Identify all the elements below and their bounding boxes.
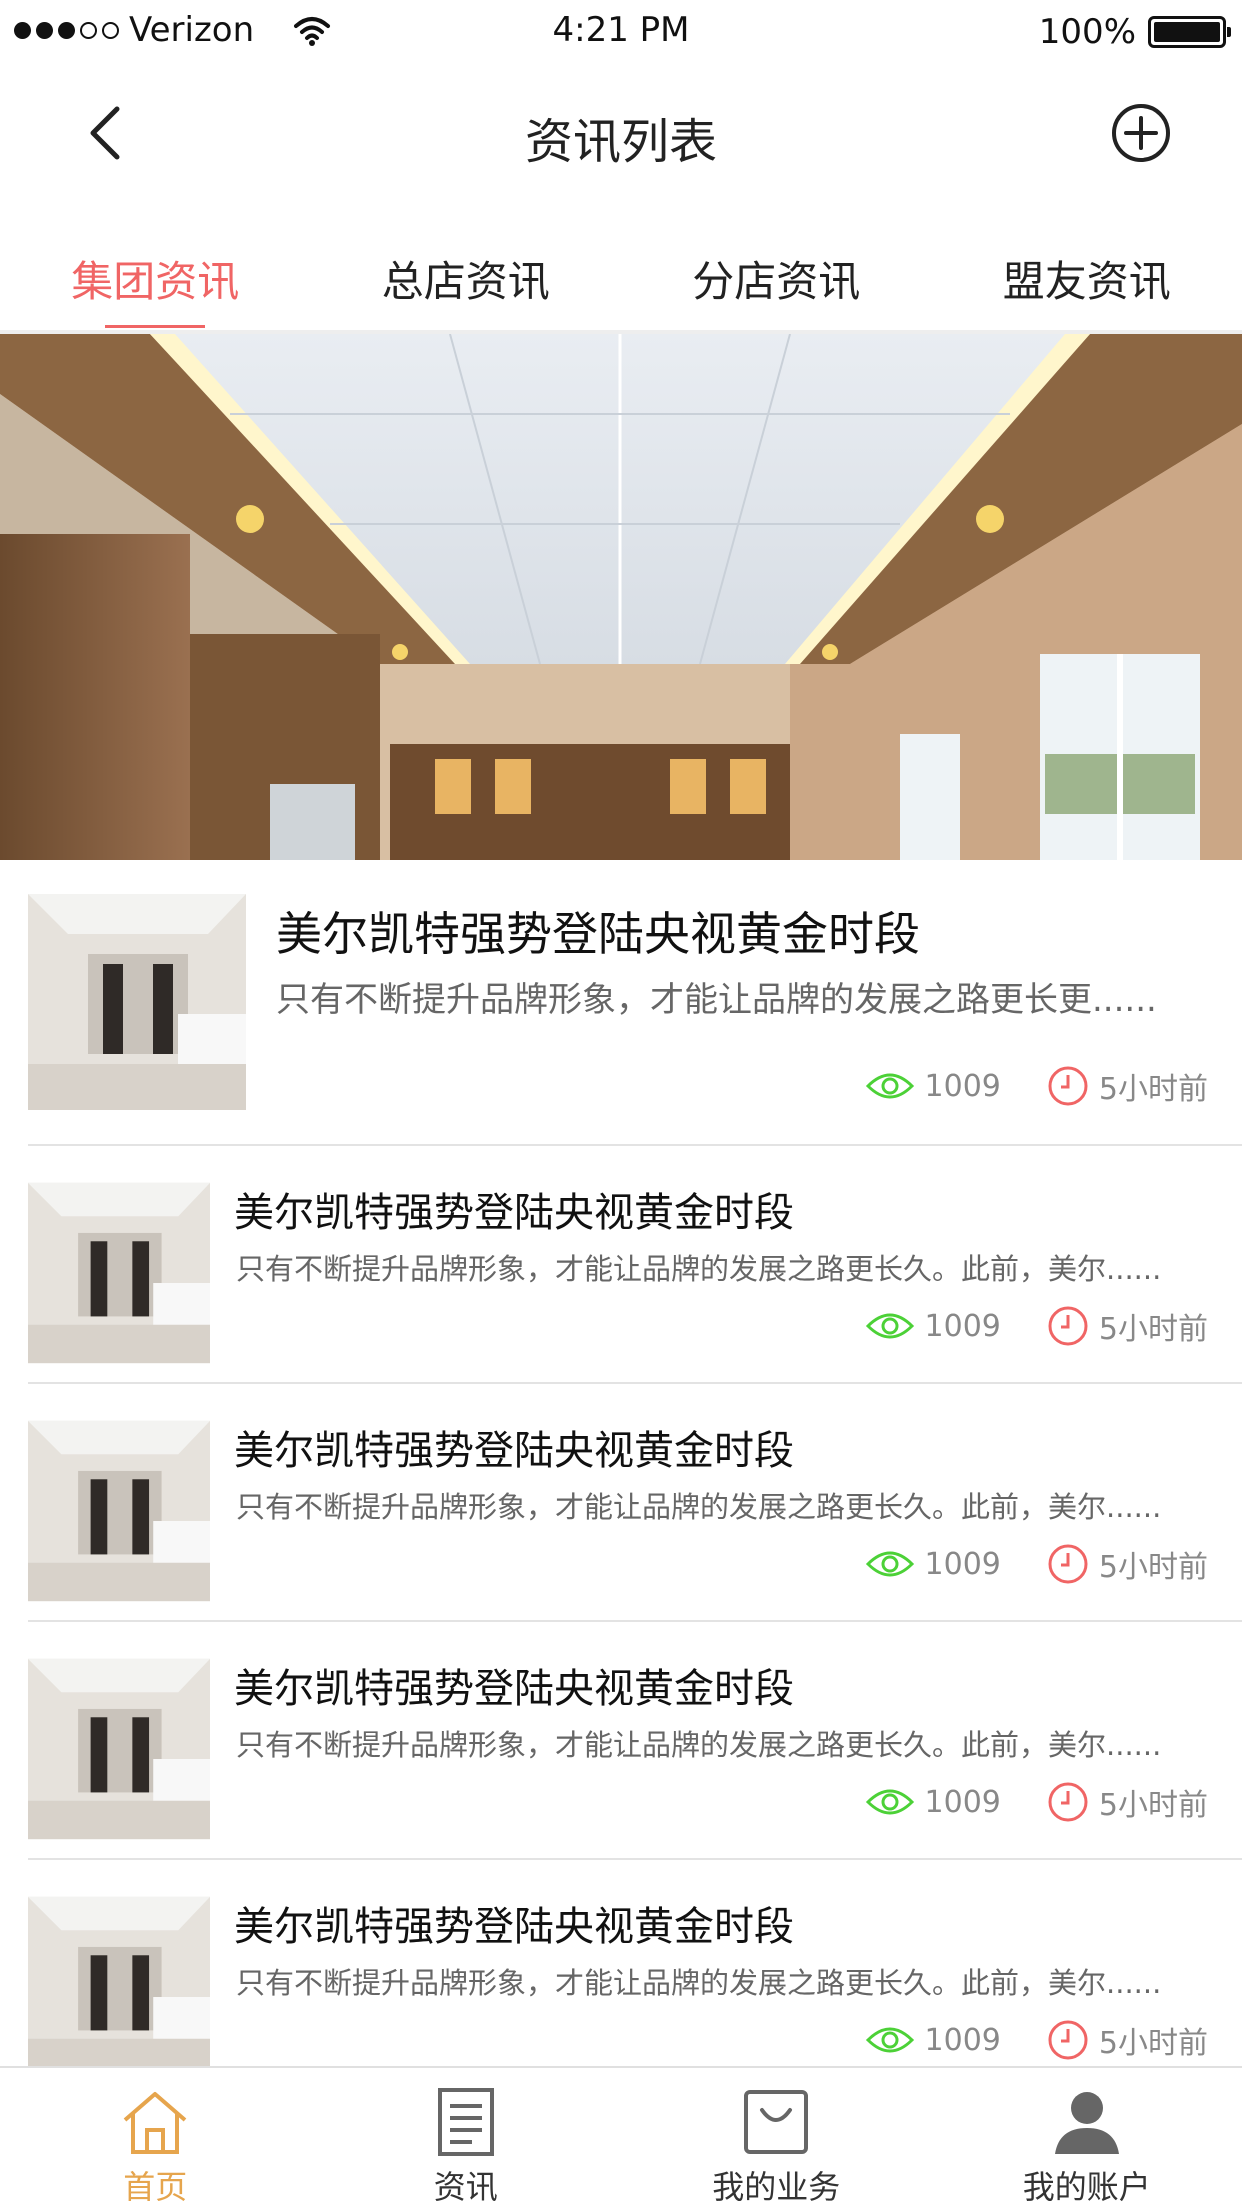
time-value: 5小时前	[1098, 2026, 1208, 2061]
news-thumbnail	[28, 1420, 210, 1602]
news-meta: 1009 5小时前	[865, 1064, 1208, 1108]
post-time: 5小时前	[1047, 1780, 1208, 1824]
home-icon	[123, 2092, 187, 2154]
news-meta: 1009 5小时前	[865, 2018, 1208, 2062]
tabbar-item-my-business[interactable]: 我的业务	[621, 2068, 932, 2208]
add-button[interactable]	[1110, 102, 1172, 164]
views-count: 1009	[865, 2023, 1001, 2058]
news-summary: 只有不断提升品牌形象，才能让品牌的发展之路更长更......	[276, 980, 1157, 1020]
post-time: 5小时前	[1047, 1542, 1208, 1586]
views-value: 1009	[924, 1068, 1001, 1104]
news-title: 美尔凯特强势登陆央视黄金时段	[234, 1904, 794, 1950]
post-time: 5小时前	[1047, 1304, 1208, 1348]
news-summary: 只有不断提升品牌形象，才能让品牌的发展之路更长久。此前，美尔......	[236, 1490, 1162, 1524]
tab-group-news[interactable]: 集团资讯	[0, 220, 311, 330]
tabbar-label: 资讯	[433, 2168, 498, 2206]
clock-icon	[1048, 1306, 1088, 1346]
tabbar-item-home[interactable]: 首页	[0, 2068, 311, 2208]
tab-headquarters-news[interactable]: 总店资讯	[311, 220, 622, 330]
clock-icon	[1048, 1066, 1088, 1106]
news-title: 美尔凯特强势登陆央视黄金时段	[234, 1190, 794, 1236]
news-thumbnail	[28, 1658, 210, 1840]
active-tab-indicator	[105, 325, 206, 328]
time-value: 5小时前	[1098, 1072, 1208, 1107]
news-item[interactable]: 美尔凯特强势登陆央视黄金时段 只有不断提升品牌形象，才能让品牌的发展之路更长久。…	[28, 1860, 1242, 2098]
views-value: 1009	[924, 2022, 1001, 2058]
page-title: 资讯列表	[524, 114, 717, 170]
news-item[interactable]: 美尔凯特强势登陆央视黄金时段 只有不断提升品牌形象，才能让品牌的发展之路更长更.…	[28, 860, 1242, 1146]
views-value: 1009	[924, 1784, 1001, 1820]
views-count: 1009	[865, 1785, 1001, 1820]
views-count: 1009	[865, 1309, 1001, 1344]
views-value: 1009	[924, 1308, 1001, 1344]
tabbar-label: 我的业务	[712, 2168, 841, 2206]
category-tabs: 集团资讯 总店资讯 分店资讯 盟友资讯	[0, 220, 1242, 330]
views-count: 1009	[865, 1069, 1001, 1104]
eye-icon	[865, 2027, 914, 2053]
clock-icon	[1048, 1782, 1088, 1822]
user-icon	[1054, 2092, 1119, 2154]
tabbar-item-my-account[interactable]: 我的账户	[932, 2068, 1242, 2208]
status-bar: Verizon 4:21 PM 100%	[0, 0, 1242, 62]
news-thumbnail	[28, 1182, 210, 1364]
news-meta: 1009 5小时前	[865, 1542, 1208, 1586]
views-value: 1009	[924, 1546, 1001, 1582]
time-value: 5小时前	[1098, 1312, 1208, 1347]
news-meta: 1009 5小时前	[865, 1304, 1208, 1348]
tab-branch-news[interactable]: 分店资讯	[621, 220, 932, 330]
news-item[interactable]: 美尔凯特强势登陆央视黄金时段 只有不断提升品牌形象，才能让品牌的发展之路更长久。…	[28, 1384, 1242, 1622]
tabbar-label: 我的账户	[1022, 2168, 1151, 2206]
time-value: 5小时前	[1098, 1788, 1208, 1823]
eye-icon	[865, 1789, 914, 1815]
eye-icon	[865, 1551, 914, 1577]
tab-label: 盟友资讯	[1002, 257, 1171, 306]
clock-icon	[1048, 1544, 1088, 1584]
battery-icon	[1148, 16, 1231, 48]
news-item[interactable]: 美尔凯特强势登陆央视黄金时段 只有不断提升品牌形象，才能让品牌的发展之路更长久。…	[28, 1146, 1242, 1384]
bottom-tab-bar: 首页 资讯 我的业务 我的账户	[0, 2066, 1242, 2208]
news-thumbnail	[28, 1896, 210, 2078]
time-value: 5小时前	[1098, 1550, 1208, 1585]
news-summary: 只有不断提升品牌形象，才能让品牌的发展之路更长久。此前，美尔......	[236, 1252, 1162, 1286]
eye-icon	[865, 1073, 914, 1099]
tabbar-item-news[interactable]: 资讯	[311, 2068, 622, 2208]
views-count: 1009	[865, 1547, 1001, 1582]
post-time: 5小时前	[1047, 2018, 1208, 2062]
news-title: 美尔凯特强势登陆央视黄金时段	[234, 1428, 794, 1474]
news-summary: 只有不断提升品牌形象，才能让品牌的发展之路更长久。此前，美尔......	[236, 1728, 1162, 1762]
tab-label: 集团资讯	[71, 257, 240, 306]
bag-icon	[744, 2090, 809, 2154]
tabbar-label: 首页	[123, 2168, 188, 2206]
news-title: 美尔凯特强势登陆央视黄金时段	[276, 907, 920, 961]
news-meta: 1009 5小时前	[865, 1780, 1208, 1824]
kitchen-ceiling-illustration	[0, 334, 1242, 860]
document-icon	[437, 2088, 494, 2156]
news-thumbnail	[28, 894, 246, 1110]
banner-image[interactable]	[0, 334, 1242, 860]
eye-icon	[865, 1313, 914, 1339]
news-title: 美尔凯特强势登陆央视黄金时段	[234, 1666, 794, 1712]
nav-header: 资讯列表	[0, 62, 1242, 202]
news-item[interactable]: 美尔凯特强势登陆央视黄金时段 只有不断提升品牌形象，才能让品牌的发展之路更长久。…	[28, 1622, 1242, 1860]
tab-partner-news[interactable]: 盟友资讯	[932, 220, 1242, 330]
tab-label: 总店资讯	[381, 257, 550, 306]
clock-icon	[1048, 2020, 1088, 2060]
tab-label: 分店资讯	[692, 257, 861, 306]
news-summary: 只有不断提升品牌形象，才能让品牌的发展之路更长久。此前，美尔......	[236, 1966, 1162, 2000]
battery-percentage: 100%	[1038, 12, 1136, 52]
post-time: 5小时前	[1047, 1064, 1208, 1108]
news-list: 美尔凯特强势登陆央视黄金时段 只有不断提升品牌形象，才能让品牌的发展之路更长更.…	[0, 860, 1242, 2098]
